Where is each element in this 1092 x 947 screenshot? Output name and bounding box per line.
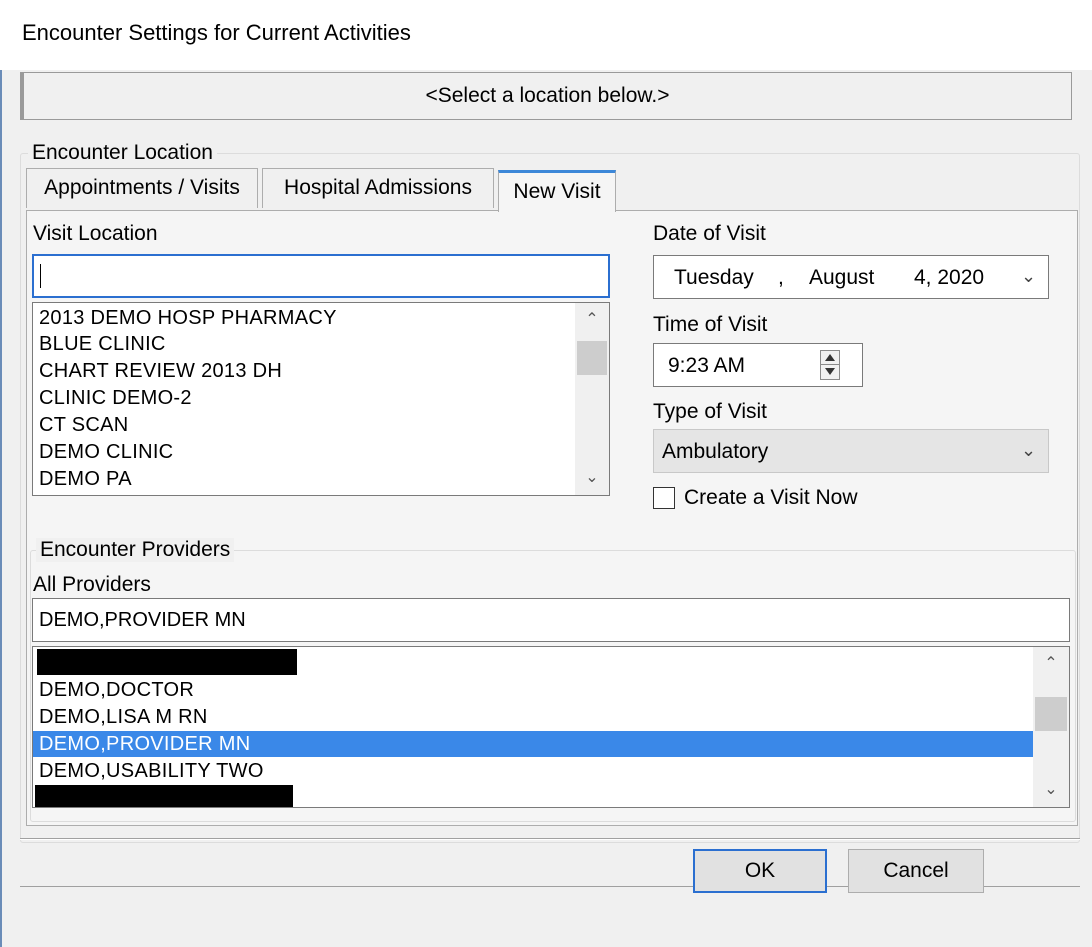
- cancel-button-label: Cancel: [883, 859, 949, 882]
- list-item[interactable]: DEMO,USABILITY TWO: [33, 758, 1035, 784]
- window-border: [0, 70, 2, 947]
- cancel-button[interactable]: Cancel: [848, 849, 984, 893]
- tab-label: Hospital Admissions: [284, 176, 472, 199]
- footer-separator-highlight: [20, 839, 1080, 840]
- text-caret: [40, 264, 41, 288]
- visit-location-input[interactable]: [32, 254, 610, 298]
- list-item[interactable]: BLUE CLINIC: [33, 331, 575, 357]
- chevron-up-icon[interactable]: ⌃: [575, 309, 609, 329]
- chevron-down-icon[interactable]: ⌄: [1033, 779, 1069, 799]
- encounter-location-label: Encounter Location: [28, 141, 217, 165]
- time-of-visit-label: Time of Visit: [653, 313, 768, 336]
- status-panel: <Select a location below.>: [20, 72, 1072, 120]
- type-of-visit-select[interactable]: Ambulatory ⌄: [653, 429, 1049, 473]
- date-weekday[interactable]: Tuesday: [674, 266, 754, 290]
- ok-button[interactable]: OK: [693, 849, 827, 893]
- tab-hospital-admissions[interactable]: Hospital Admissions: [262, 168, 494, 208]
- tab-appointments-visits[interactable]: Appointments / Visits: [26, 168, 258, 208]
- provider-search-input[interactable]: DEMO,PROVIDER MN: [32, 598, 1070, 642]
- chevron-down-icon[interactable]: ⌄: [1021, 266, 1036, 287]
- list-item[interactable]: CHART REVIEW 2013 DH: [33, 358, 575, 384]
- spin-up-icon[interactable]: [825, 354, 835, 361]
- providers-scrollbar[interactable]: ⌃ ⌄: [1033, 647, 1069, 807]
- scrollbar-thumb[interactable]: [577, 341, 607, 375]
- list-item[interactable]: DEMO,LISA M RN: [33, 704, 1035, 730]
- scrollbar-thumb[interactable]: [1035, 697, 1067, 731]
- create-visit-checkbox[interactable]: [653, 487, 675, 509]
- chevron-down-icon[interactable]: ⌄: [1021, 440, 1036, 461]
- visit-location-list[interactable]: 2013 DEMO HOSP PHARMACY BLUE CLINIC CHAR…: [32, 302, 610, 496]
- tab-new-visit[interactable]: New Visit: [498, 170, 616, 212]
- list-item-selected[interactable]: DEMO,PROVIDER MN: [33, 731, 1035, 757]
- create-visit-label[interactable]: Create a Visit Now: [684, 486, 858, 510]
- ok-button-label: OK: [744, 859, 776, 882]
- list-item[interactable]: DEMO CLINIC: [33, 439, 575, 465]
- redacted-provider: [37, 649, 297, 675]
- all-providers-label: All Providers: [33, 573, 151, 596]
- tab-label: Appointments / Visits: [44, 176, 240, 199]
- type-of-visit-label: Type of Visit: [653, 400, 768, 423]
- spin-arrows-icon[interactable]: [820, 350, 840, 380]
- list-item[interactable]: CLINIC DEMO-2: [33, 385, 575, 411]
- date-month[interactable]: August: [809, 266, 874, 290]
- title-bar: Encounter Settings for Current Activitie…: [0, 0, 1092, 70]
- providers-list[interactable]: DEMO,DOCTOR DEMO,LISA M RN DEMO,PROVIDER…: [32, 646, 1070, 808]
- chevron-down-icon[interactable]: ⌄: [575, 467, 609, 487]
- status-text: <Select a location below.>: [425, 84, 670, 107]
- date-day-year[interactable]: 4, 2020: [914, 266, 984, 290]
- chevron-up-icon[interactable]: ⌃: [1033, 653, 1069, 673]
- spin-down-icon[interactable]: [825, 368, 835, 375]
- time-of-visit-field[interactable]: 9:23 AM: [653, 343, 863, 387]
- list-item[interactable]: DEMO PA: [33, 466, 575, 492]
- provider-search-value: DEMO,PROVIDER MN: [39, 609, 246, 631]
- list-item[interactable]: CT SCAN: [33, 412, 575, 438]
- list-item[interactable]: DEMO,DOCTOR: [33, 677, 1035, 703]
- visit-location-label: Visit Location: [33, 222, 158, 245]
- dialog-title: Encounter Settings for Current Activitie…: [22, 20, 411, 45]
- encounter-providers-label: Encounter Providers: [36, 538, 235, 562]
- date-of-visit-picker[interactable]: Tuesday , August 4, 2020 ⌄: [653, 255, 1049, 299]
- list-item[interactable]: 2013 DEMO HOSP PHARMACY: [33, 305, 575, 331]
- date-of-visit-label: Date of Visit: [653, 222, 766, 245]
- visit-location-scrollbar[interactable]: ⌃ ⌄: [575, 303, 609, 495]
- tab-label: New Visit: [513, 180, 601, 203]
- date-separator: ,: [778, 266, 784, 289]
- time-value[interactable]: 9:23 AM: [668, 354, 745, 378]
- spin-divider: [821, 364, 839, 365]
- type-of-visit-value: Ambulatory: [662, 440, 769, 463]
- redacted-provider: [35, 785, 293, 807]
